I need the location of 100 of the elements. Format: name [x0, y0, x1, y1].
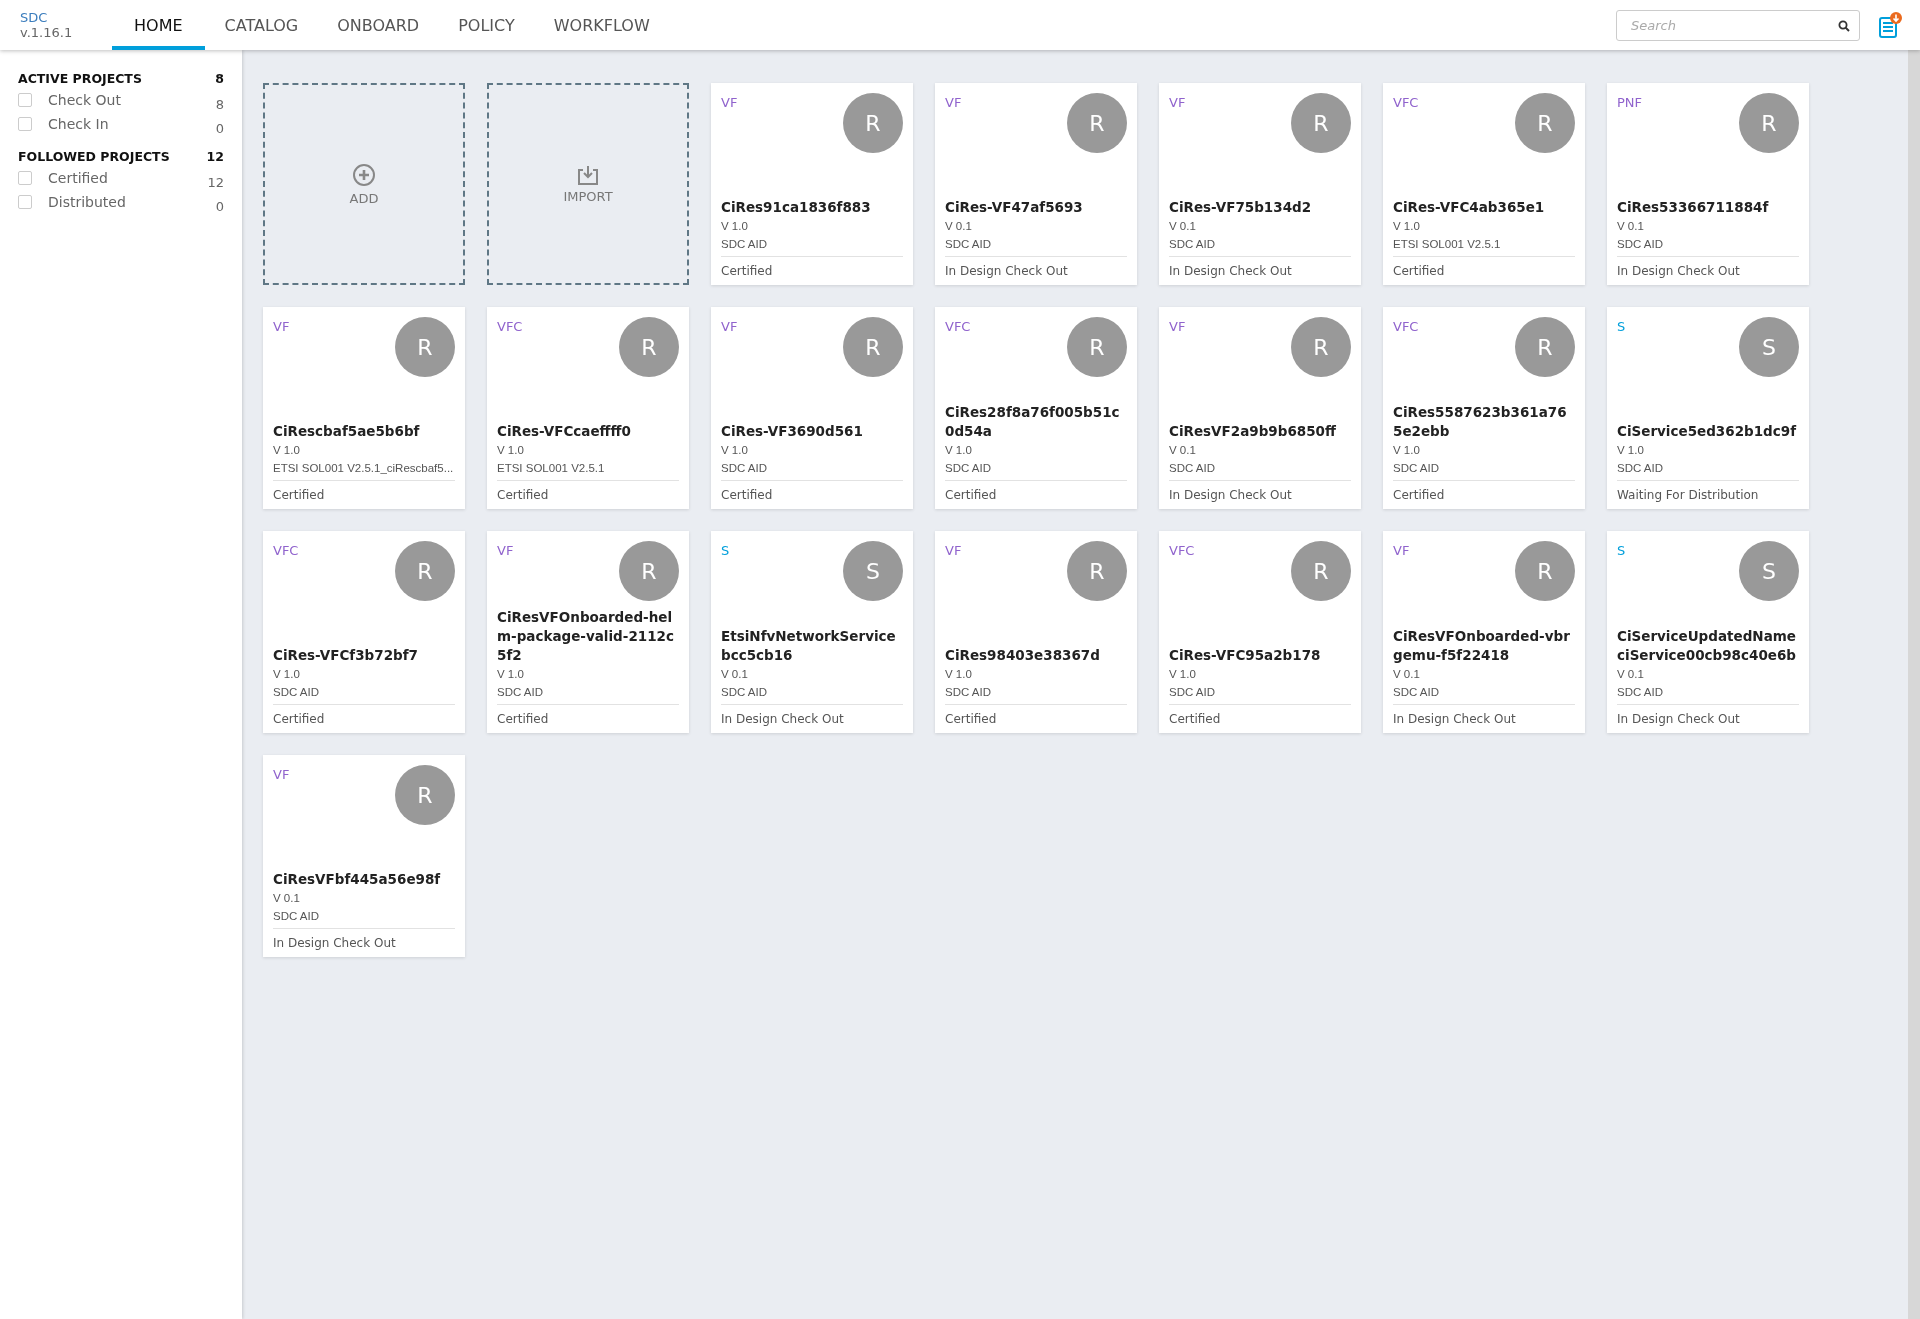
asset-description: SDC AID [1169, 685, 1215, 700]
search-field[interactable]: Search [1616, 9, 1860, 41]
asset-title: CiRes-VFCcaeffff0 [497, 422, 631, 441]
asset-card[interactable]: S S EtsiNfvNetworkServicebcc5cb16 V 0.1 SDC AID In Design Check Out [711, 531, 913, 733]
download-list-icon[interactable] [1878, 11, 1904, 39]
asset-avatar: R [843, 93, 903, 153]
nav-tab[interactable]: POLICY [438, 0, 534, 50]
asset-title: CiResVF2a9b9b6850ff [1169, 422, 1336, 441]
asset-title: CiRes-VFC4ab365e1 [1393, 198, 1545, 217]
asset-card[interactable]: VF R CiResVFOnboarded-helm-package-valid-2112c5f2 V 1.0 SDC AID Certified [487, 531, 689, 733]
asset-status: In Design Check Out [1169, 488, 1292, 502]
nav-tab[interactable]: WORKFLOW [533, 0, 669, 50]
filter-label[interactable]: Check Out [48, 92, 216, 108]
asset-title: CiRes5587623b361a765e2ebb [1393, 403, 1568, 441]
asset-status: Certified [273, 488, 325, 502]
asset-title: CiRes-VFCf3b72bf7 [273, 646, 418, 665]
asset-version: V 1.0 [273, 667, 300, 682]
asset-avatar: R [1291, 317, 1351, 377]
asset-title: CiRes28f8a76f005b51c0d54a [945, 403, 1121, 441]
asset-title: CiRes-VF47af5693 [945, 198, 1083, 217]
asset-description: ETSI SOL001 V2.5.1_ciRescbaf5... [273, 461, 454, 476]
asset-status: In Design Check Out [1617, 264, 1740, 278]
asset-card[interactable]: PNF R CiRes53366711884f V 0.1 SDC AID In Design Check Out [1607, 83, 1809, 285]
filter-checkbox[interactable] [18, 171, 32, 185]
asset-card[interactable]: S S CiService5ed362b1dc9f V 1.0 SDC AID Waiting For Distribution [1607, 307, 1809, 509]
asset-avatar: S [843, 541, 903, 601]
asset-version: V 1.0 [497, 667, 524, 682]
asset-version: V 1.0 [1169, 667, 1196, 682]
nav-tab[interactable]: CATALOG [204, 0, 318, 50]
asset-card[interactable]: VFC R CiRes-VFC95a2b178 V 1.0 SDC AID Certified [1159, 531, 1361, 733]
action-tile[interactable]: IMPORT [487, 83, 689, 285]
filter-checkbox[interactable] [18, 117, 32, 131]
asset-title: CiResVFOnboarded-helm-package-valid-2112c5f2 [497, 608, 675, 665]
asset-status: Certified [1169, 712, 1221, 726]
asset-card[interactable]: VFC R CiRes-VFC4ab365e1 V 1.0 ETSI SOL001 V2.5.1 Certified [1383, 83, 1585, 285]
asset-title: CiRes98403e38367d [945, 646, 1100, 665]
asset-card[interactable]: VF R CiResVFbf445a56e98f V 0.1 SDC AID In Design Check Out [263, 755, 465, 957]
asset-card[interactable]: VFC R CiRes28f8a76f005b51c0d54a V 1.0 SDC AID Certified [935, 307, 1137, 509]
asset-version: V 1.0 [945, 443, 972, 458]
asset-description: SDC AID [1617, 237, 1663, 252]
asset-title: CiService5ed362b1dc9f [1617, 422, 1797, 441]
asset-type-tag: VF [721, 319, 738, 334]
asset-card[interactable]: VFC R CiRes5587623b361a765e2ebb V 1.0 SDC AID Certified [1383, 307, 1585, 509]
asset-description: SDC AID [273, 685, 319, 700]
asset-avatar: S [1739, 541, 1799, 601]
filter-label[interactable]: Check In [48, 116, 216, 132]
filter-checkbox[interactable] [18, 195, 32, 209]
asset-card[interactable]: VFC R CiRes-VFCcaeffff0 V 1.0 ETSI SOL001 V2.5.1 Certified [487, 307, 689, 509]
asset-avatar: R [395, 317, 455, 377]
filter-count: 0 [215, 119, 224, 136]
asset-version: V 0.1 [1617, 667, 1644, 682]
asset-type-tag: VF [273, 767, 290, 782]
asset-version: V 0.1 [721, 667, 748, 682]
asset-status: Waiting For Distribution [1617, 488, 1759, 502]
asset-description: SDC AID [721, 461, 767, 476]
asset-version: V 1.0 [945, 667, 972, 682]
asset-version: V 1.0 [1393, 443, 1420, 458]
asset-avatar: S [1739, 317, 1799, 377]
asset-avatar: R [1515, 317, 1575, 377]
asset-card[interactable]: VF R CiRes91ca1836f883 V 1.0 SDC AID Certified [711, 83, 913, 285]
asset-description: SDC AID [945, 685, 991, 700]
asset-description: SDC AID [721, 685, 767, 700]
asset-status: Certified [721, 488, 773, 502]
asset-type-tag: PNF [1617, 95, 1643, 110]
nav-tab[interactable]: ONBOARD [317, 0, 439, 50]
asset-card[interactable]: VF R CiResVF2a9b9b6850ff V 0.1 SDC AID In Design Check Out [1159, 307, 1361, 509]
asset-card[interactable]: VF R CiRes-VF47af5693 V 0.1 SDC AID In Design Check Out [935, 83, 1137, 285]
asset-card[interactable]: VF R CiRes-VF75b134d2 V 0.1 SDC AID In Design Check Out [1159, 83, 1361, 285]
asset-description: ETSI SOL001 V2.5.1 [1393, 237, 1501, 252]
asset-status: Certified [497, 488, 549, 502]
filter-group-title: ACTIVE PROJECTS [18, 70, 142, 86]
scrollbar[interactable] [1908, 50, 1920, 1319]
filter-count: 12 [207, 173, 224, 190]
action-label: IMPORT [563, 188, 613, 204]
asset-card[interactable]: VF R CiResVFOnboarded-vbrgemu-f5f22418 V 0.1 SDC AID In Design Check Out [1383, 531, 1585, 733]
filter-checkbox[interactable] [18, 93, 32, 107]
asset-avatar: R [395, 541, 455, 601]
asset-avatar: R [1067, 93, 1127, 153]
asset-type-tag: VF [945, 95, 962, 110]
asset-version: V 0.1 [1617, 219, 1644, 234]
asset-type-tag: VF [1169, 95, 1186, 110]
asset-status: Certified [1393, 264, 1445, 278]
asset-card[interactable]: S S CiServiceUpdatedNameciService00cb98c40e6b V 0.1 SDC AID In Design Check Out [1607, 531, 1809, 733]
asset-version: V 1.0 [273, 443, 300, 458]
asset-avatar: R [1067, 541, 1127, 601]
asset-status: Certified [945, 488, 997, 502]
app-logo[interactable]: SDC [20, 10, 48, 25]
asset-type-tag: VFC [273, 543, 299, 558]
asset-title: EtsiNfvNetworkServicebcc5cb16 [721, 627, 897, 665]
asset-title: CiRes-VFC95a2b178 [1169, 646, 1321, 665]
action-tile[interactable]: ADD [263, 83, 465, 285]
asset-card[interactable]: VF R CiRescbaf5ae5b6bf V 1.0 ETSI SOL001 V2.5.1_ciRescbaf5... Certified [263, 307, 465, 509]
asset-description: SDC AID [1393, 461, 1439, 476]
filter-group-count: 12 [206, 148, 224, 164]
filter-label[interactable]: Certified [48, 170, 208, 186]
version-label: v.1.16.1 [20, 25, 73, 40]
asset-card[interactable]: VF R CiRes-VF3690d561 V 1.0 SDC AID Certified [711, 307, 913, 509]
asset-card[interactable]: VF R CiRes98403e38367d V 1.0 SDC AID Certified [935, 531, 1137, 733]
asset-card[interactable]: VFC R CiRes-VFCf3b72bf7 V 1.0 SDC AID Certified [263, 531, 465, 733]
filter-label[interactable]: Distributed [48, 194, 216, 210]
